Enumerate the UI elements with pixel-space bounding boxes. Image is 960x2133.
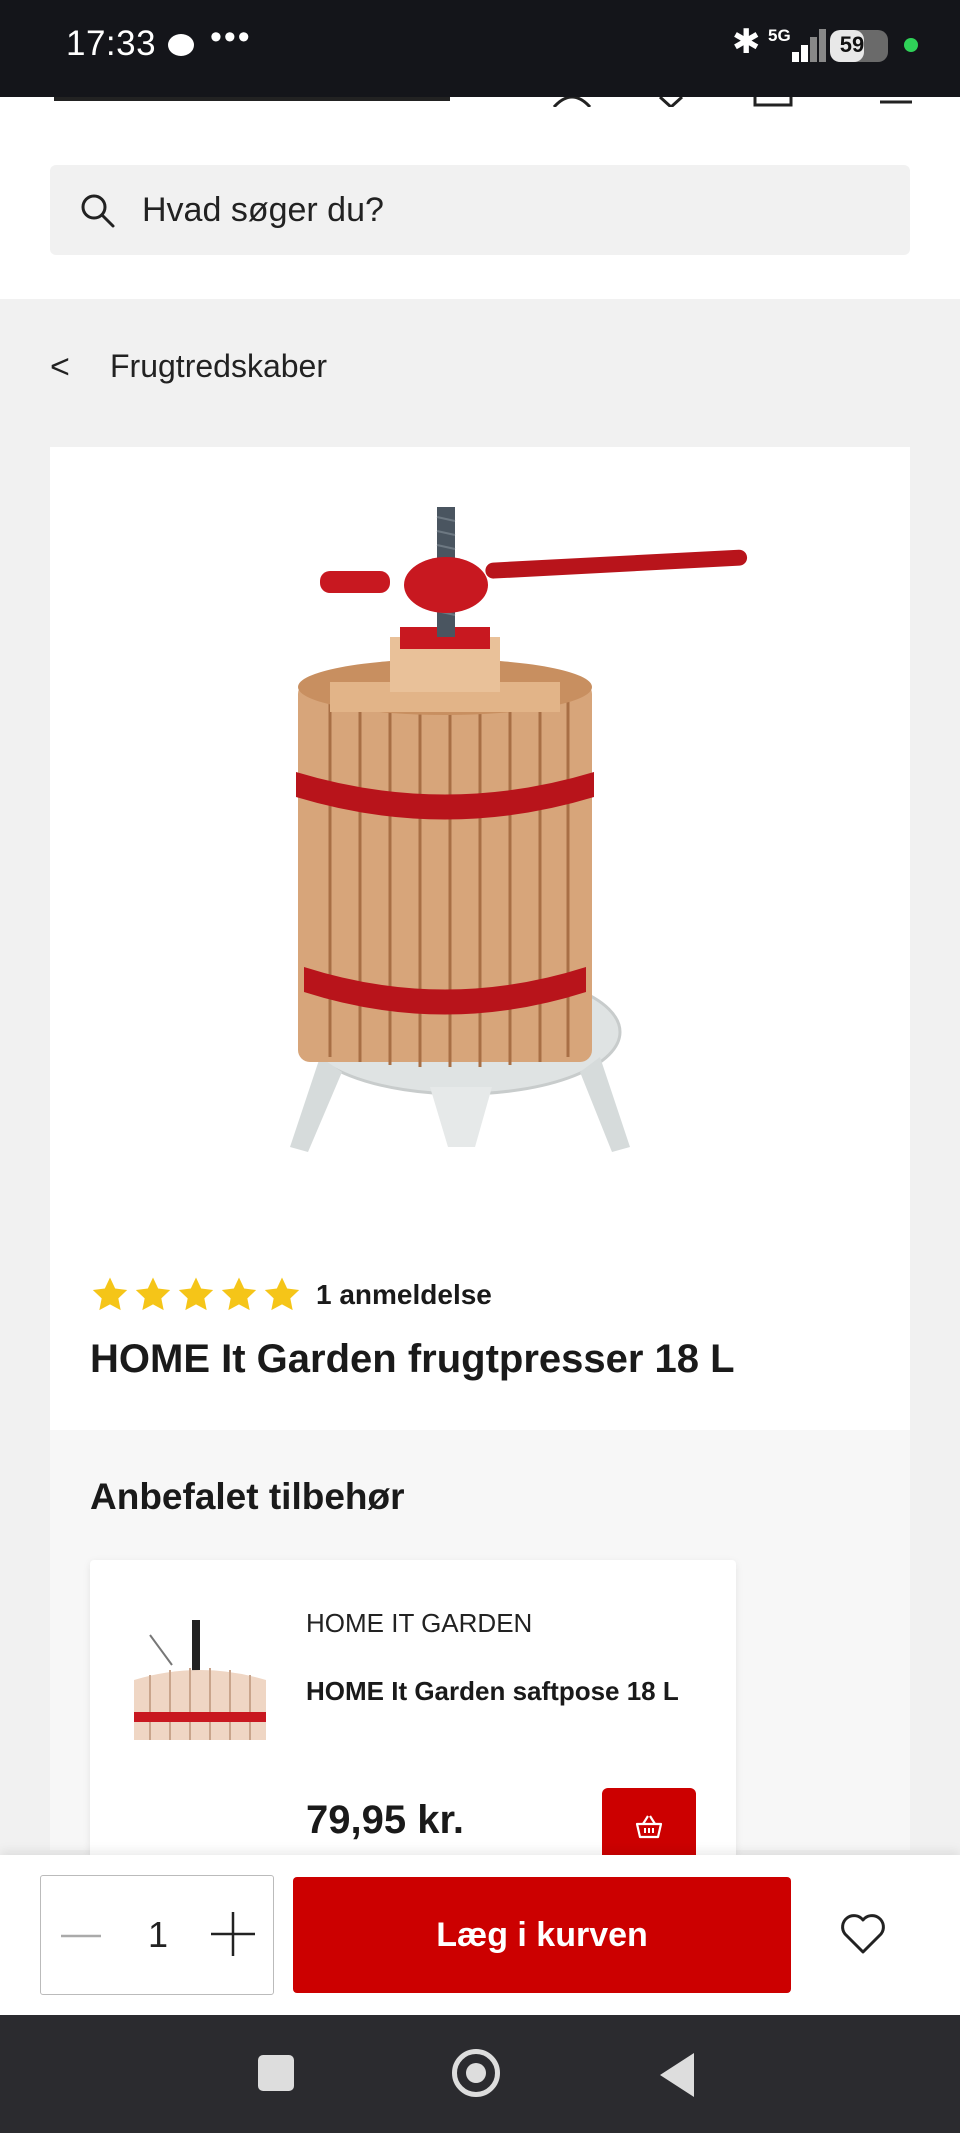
recents-button[interactable]	[258, 2055, 294, 2091]
star-icon	[178, 1277, 214, 1311]
search-icon	[81, 194, 115, 228]
star-icon	[264, 1277, 300, 1311]
bluetooth-icon: ✱	[732, 23, 761, 61]
back-button[interactable]	[660, 2053, 694, 2097]
product-card: 1 anmeldelse HOME It Garden frugtpresser…	[50, 447, 910, 1880]
accessories-heading: Anbefalet tilbehør	[90, 1476, 405, 1517]
status-time: 17:33	[66, 24, 157, 63]
home-button[interactable]	[452, 2049, 500, 2097]
search-input[interactable]	[142, 165, 882, 255]
accessory-name[interactable]: HOME It Garden saftpose 18 L	[306, 1676, 679, 1707]
product-image[interactable]	[230, 497, 750, 1177]
search-bar[interactable]	[50, 165, 910, 255]
recommended-accessories: Anbefalet tilbehør HOME IT GARDEN HOME I…	[50, 1430, 910, 1880]
star-rating	[90, 1275, 302, 1315]
star-icon	[92, 1277, 128, 1311]
accessory-price: 79,95 kr.	[306, 1798, 464, 1842]
accessory-brand: HOME IT GARDEN	[306, 1608, 533, 1638]
signal-icon	[770, 28, 826, 62]
breadcrumb[interactable]: < Frugtredskaber	[0, 330, 960, 404]
chat-bubble-icon	[168, 34, 194, 56]
basket-icon	[635, 1814, 663, 1838]
quantity-value[interactable]: 1	[125, 1914, 191, 1956]
cart-icon[interactable]	[752, 97, 794, 107]
logo[interactable]	[54, 97, 450, 101]
site-header	[0, 97, 960, 299]
privacy-indicator-icon	[904, 38, 918, 52]
minus-icon[interactable]	[61, 1916, 101, 1956]
product-rating[interactable]: 1 anmeldelse	[90, 1272, 492, 1318]
star-icon	[135, 1277, 171, 1311]
product-title: HOME It Garden frugtpresser 18 L	[90, 1337, 735, 1381]
accessory-card[interactable]: HOME IT GARDEN HOME It Garden saftpose 1…	[90, 1560, 736, 1880]
favorites-icon[interactable]	[656, 97, 686, 107]
review-count[interactable]: 1 anmeldelse	[316, 1279, 492, 1311]
status-bar: 17:33 ••• ✱ 5G 59	[0, 0, 960, 97]
more-notifications-icon: •••	[210, 18, 252, 56]
accessory-thumbnail[interactable]	[130, 1620, 270, 1750]
purchase-bar: 1 Læg i kurven	[0, 1855, 960, 2015]
plus-icon[interactable]	[211, 1912, 255, 1956]
account-icon[interactable]	[550, 97, 594, 107]
menu-icon[interactable]	[880, 97, 912, 107]
chevron-left-icon[interactable]: <	[50, 348, 70, 387]
breadcrumb-category[interactable]: Frugtredskaber	[110, 348, 327, 385]
battery-icon: 59	[830, 30, 888, 62]
battery-level: 59	[839, 32, 865, 57]
add-to-cart-button[interactable]: Læg i kurven	[293, 1877, 791, 1993]
system-navigation-bar	[0, 2015, 960, 2133]
quantity-stepper: 1	[40, 1875, 274, 1995]
heart-icon[interactable]	[838, 1909, 888, 1959]
star-icon	[221, 1277, 257, 1311]
